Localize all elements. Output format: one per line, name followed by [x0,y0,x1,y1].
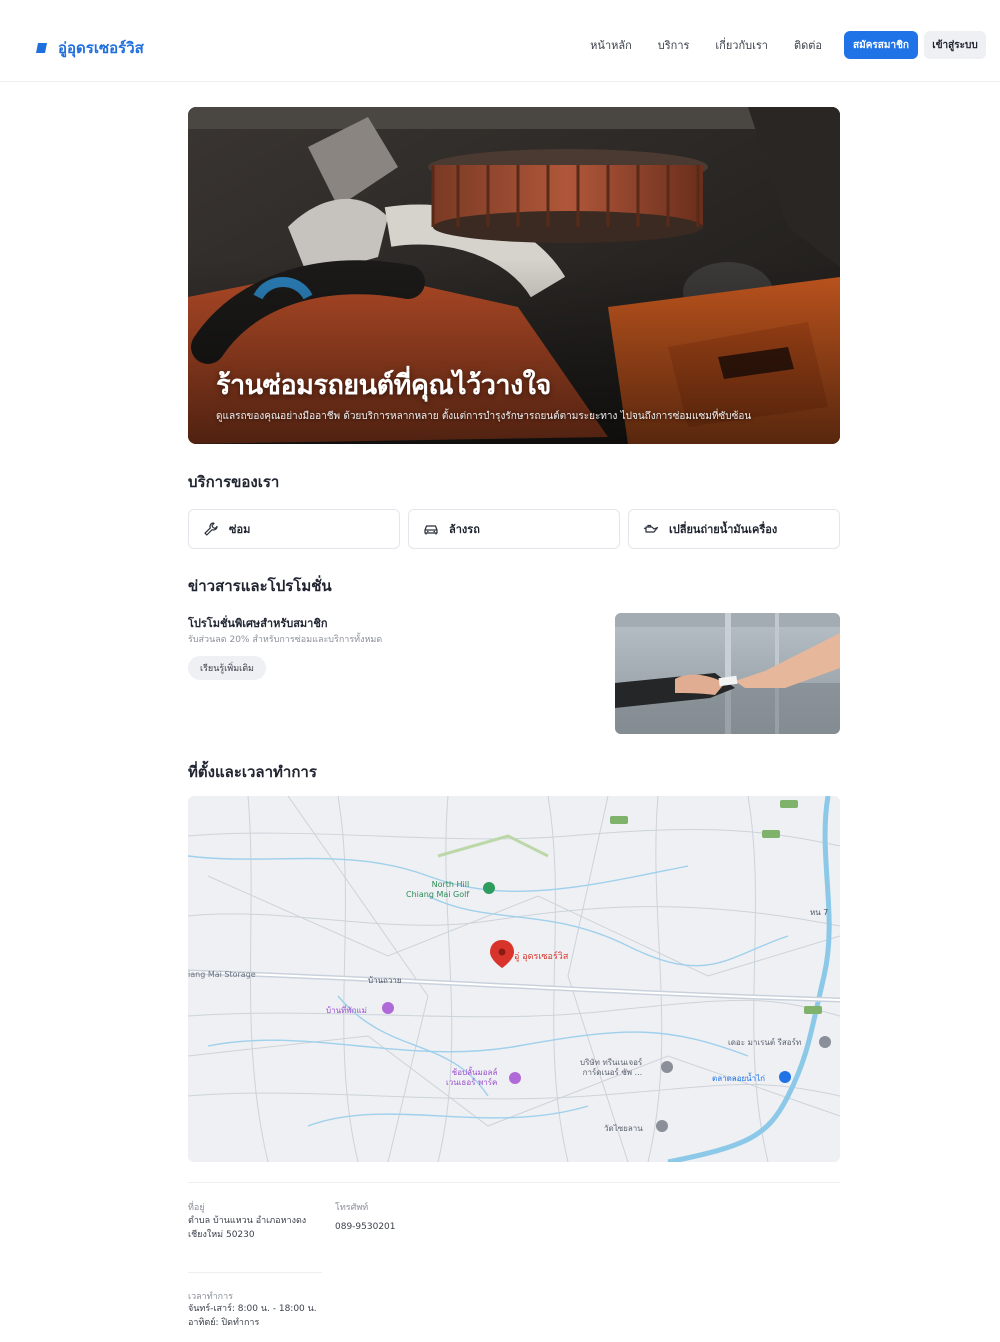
hero-banner: ร้านซ่อมรถยนต์ที่คุณไว้วางใจ ดูแลรถของคุ… [188,107,840,444]
map-label-banphaemai: บ้านที่พักแม่ [326,1006,367,1015]
hours-label: เวลาทำการ [188,1292,234,1302]
hero-subtitle: ดูแลรถของคุณอย่างมืออาชีพ ด้วยบริการหลาก… [216,411,752,422]
learn-more-button[interactable]: เรียนรู้เพิ่มเติม [188,656,266,680]
location-map[interactable]: North Hill Chiang Mai Golf iang Mai Stor… [188,796,840,1162]
handshake-card-image [615,613,840,734]
map-roads [188,796,840,1162]
service-label-repair: ซ่อม [229,523,251,536]
address-value: ตำบล บ้านแหวน อำเภอหางดง เชียงใหม่ 50230 [188,1216,307,1240]
map-label-road: หน 7 [810,908,829,917]
map-label-banthawai: บ้านถวาย [368,976,402,985]
wrench-icon [204,522,218,536]
main-nav: หน้าหลัก บริการ เกี่ยวกับเรา ติดต่อ สมัค… [590,31,986,59]
map-pin-label: อู่ อุดรเซอร์วิส [514,952,569,962]
info-divider [188,1182,840,1183]
map-label-storage: iang Mai Storage [188,970,256,979]
promo-description: รับส่วนลด 20% สำหรับการซ่อมและบริการทั้ง… [188,635,383,645]
promo-image [615,613,840,734]
hours-value: จันทร์-เสาร์: 8:00 น. - 18:00 น. อาทิตย์… [188,1304,317,1328]
promo-title: โปรโมชั่นพิเศษสำหรับสมาชิก [188,617,328,630]
phone-value[interactable]: 089-9530201 [335,1220,396,1234]
service-label-oil-change: เปลี่ยนถ่ายน้ำมันเครื่อง [669,523,778,536]
hours-divider [188,1272,322,1273]
service-card-oil-change[interactable]: เปลี่ยนถ่ายน้ำมันเครื่อง [628,509,840,549]
register-button[interactable]: สมัครสมาชิก [844,31,918,59]
phone-label: โทรศัพท์ [335,1203,369,1213]
services-heading: บริการของเรา [188,473,280,491]
service-card-wash[interactable]: ล้างรถ [408,509,620,549]
map-label-market: ช้อปลั้นมอลล์ เวนเธอร์ พาร์ค [446,1068,498,1087]
top-header: อู่อุดรเซอร์วิส หน้าหลัก บริการ เกี่ยวกั… [0,0,1000,82]
car-icon [424,525,438,535]
nav-home[interactable]: หน้าหลัก [590,36,632,54]
nav-contact[interactable]: ติดต่อ [794,36,822,54]
hero-title: ร้านซ่อมรถยนต์ที่คุณไว้วางใจ [216,370,551,401]
login-button[interactable]: เข้าสู่ระบบ [924,31,986,59]
location-heading: ที่ตั้งและเวลาทำการ [188,763,317,781]
map-label-temple: วัดไซยลาน [604,1124,643,1133]
news-heading: ข่าวสารและโปรโมชั่น [188,577,332,595]
service-card-repair[interactable]: ซ่อม [188,509,400,549]
map-label-resort: เดอะ มาเรนต์ รีสอร์ท [728,1038,802,1047]
map-label-dam: ตลาดลอยน้ำไก่ [712,1074,766,1083]
map-label-company: บริษัท ทรีนเนเจอร์ การ์ดเนอร์ ซัพ ... [580,1058,643,1077]
map-label-golf: North Hill Chiang Mai Golf [406,880,470,899]
service-label-wash: ล้างรถ [449,523,480,536]
address-label: ที่อยู่ [188,1203,205,1213]
nav-services[interactable]: บริการ [658,36,690,54]
brand-name: อู่อุดรเซอร์วิส [58,39,144,57]
brand-logo-icon [36,43,47,53]
brand[interactable]: อู่อุดรเซอร์วิส [36,36,144,60]
oil-can-icon [643,524,659,533]
nav-about[interactable]: เกี่ยวกับเรา [715,36,768,54]
